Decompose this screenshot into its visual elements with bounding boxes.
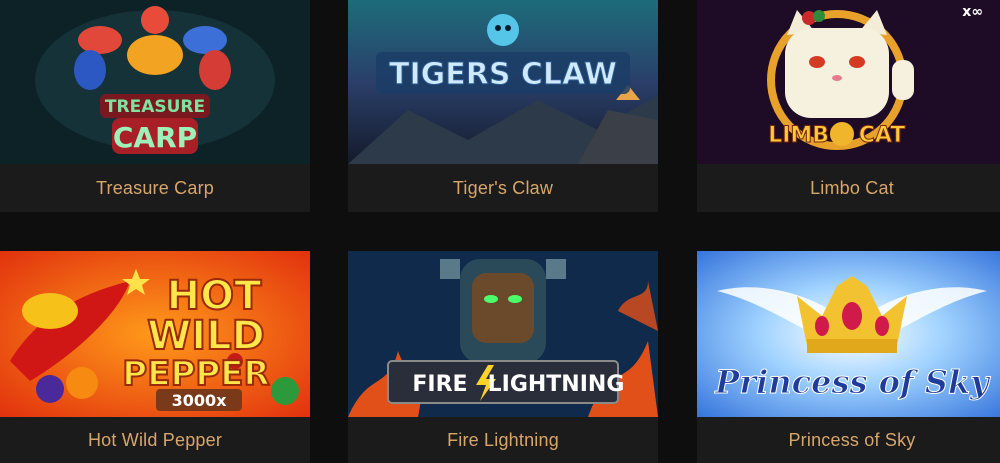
- tiger-head-icon: [487, 14, 519, 46]
- logo-line-2: CARP: [113, 121, 197, 154]
- game-thumbnail-treasure-carp[interactable]: TREASURE CARP: [0, 0, 310, 164]
- game-card-limbo-cat[interactable]: x∞ LIMBO CAT Limbo Cat: [697, 0, 1000, 212]
- game-card-tigers-claw[interactable]: TIGERS CLAW Tiger's Claw: [348, 0, 658, 212]
- game-thumbnail-limbo-cat[interactable]: x∞ LIMBO CAT: [697, 0, 1000, 164]
- game-thumbnail-hot-wild-pepper[interactable]: HOT WILD PEPPER 3000x: [0, 251, 310, 417]
- game-card-fire-lightning[interactable]: FIRE LIGHTNING Fire Lightning: [348, 251, 658, 463]
- game-card-treasure-carp[interactable]: TREASURE CARP Treasure Carp: [0, 0, 310, 212]
- logo-line-2: WILD: [147, 313, 265, 359]
- game-title[interactable]: Princess of Sky: [697, 417, 1000, 463]
- logo-line-1: Princess of Sky: [714, 363, 991, 401]
- game-grid: TREASURE CARP Treasure Carp TIGERS CLAW …: [0, 0, 1000, 463]
- game-thumbnail-princess-of-sky[interactable]: Princess of Sky: [697, 251, 1000, 417]
- multiplier-badge: x∞: [962, 4, 983, 20]
- game-title[interactable]: Treasure Carp: [0, 164, 310, 212]
- game-title[interactable]: Tiger's Claw: [348, 164, 658, 212]
- game-card-hot-wild-pepper[interactable]: HOT WILD PEPPER 3000x Hot Wild Pepper: [0, 251, 310, 463]
- game-thumbnail-fire-lightning[interactable]: FIRE LIGHTNING: [348, 251, 658, 417]
- game-title[interactable]: Limbo Cat: [697, 164, 1000, 212]
- max-win-badge: 3000x: [172, 391, 228, 410]
- logo-line-1: TREASURE: [105, 97, 205, 117]
- logo-line-3: PEPPER: [122, 354, 269, 394]
- game-title[interactable]: Fire Lightning: [348, 417, 658, 463]
- coin-icon: [830, 122, 854, 146]
- game-thumbnail-tigers-claw[interactable]: TIGERS CLAW: [348, 0, 658, 164]
- game-title[interactable]: Hot Wild Pepper: [0, 417, 310, 463]
- game-card-princess-of-sky[interactable]: Princess of Sky Princess of Sky: [697, 251, 1000, 463]
- logo-line-1: TIGERS CLAW: [389, 57, 617, 92]
- logo-line-1: FIRE: [412, 372, 467, 397]
- logo-line-2: LIGHTNING: [488, 372, 625, 397]
- logo-line-2: CAT: [859, 123, 905, 148]
